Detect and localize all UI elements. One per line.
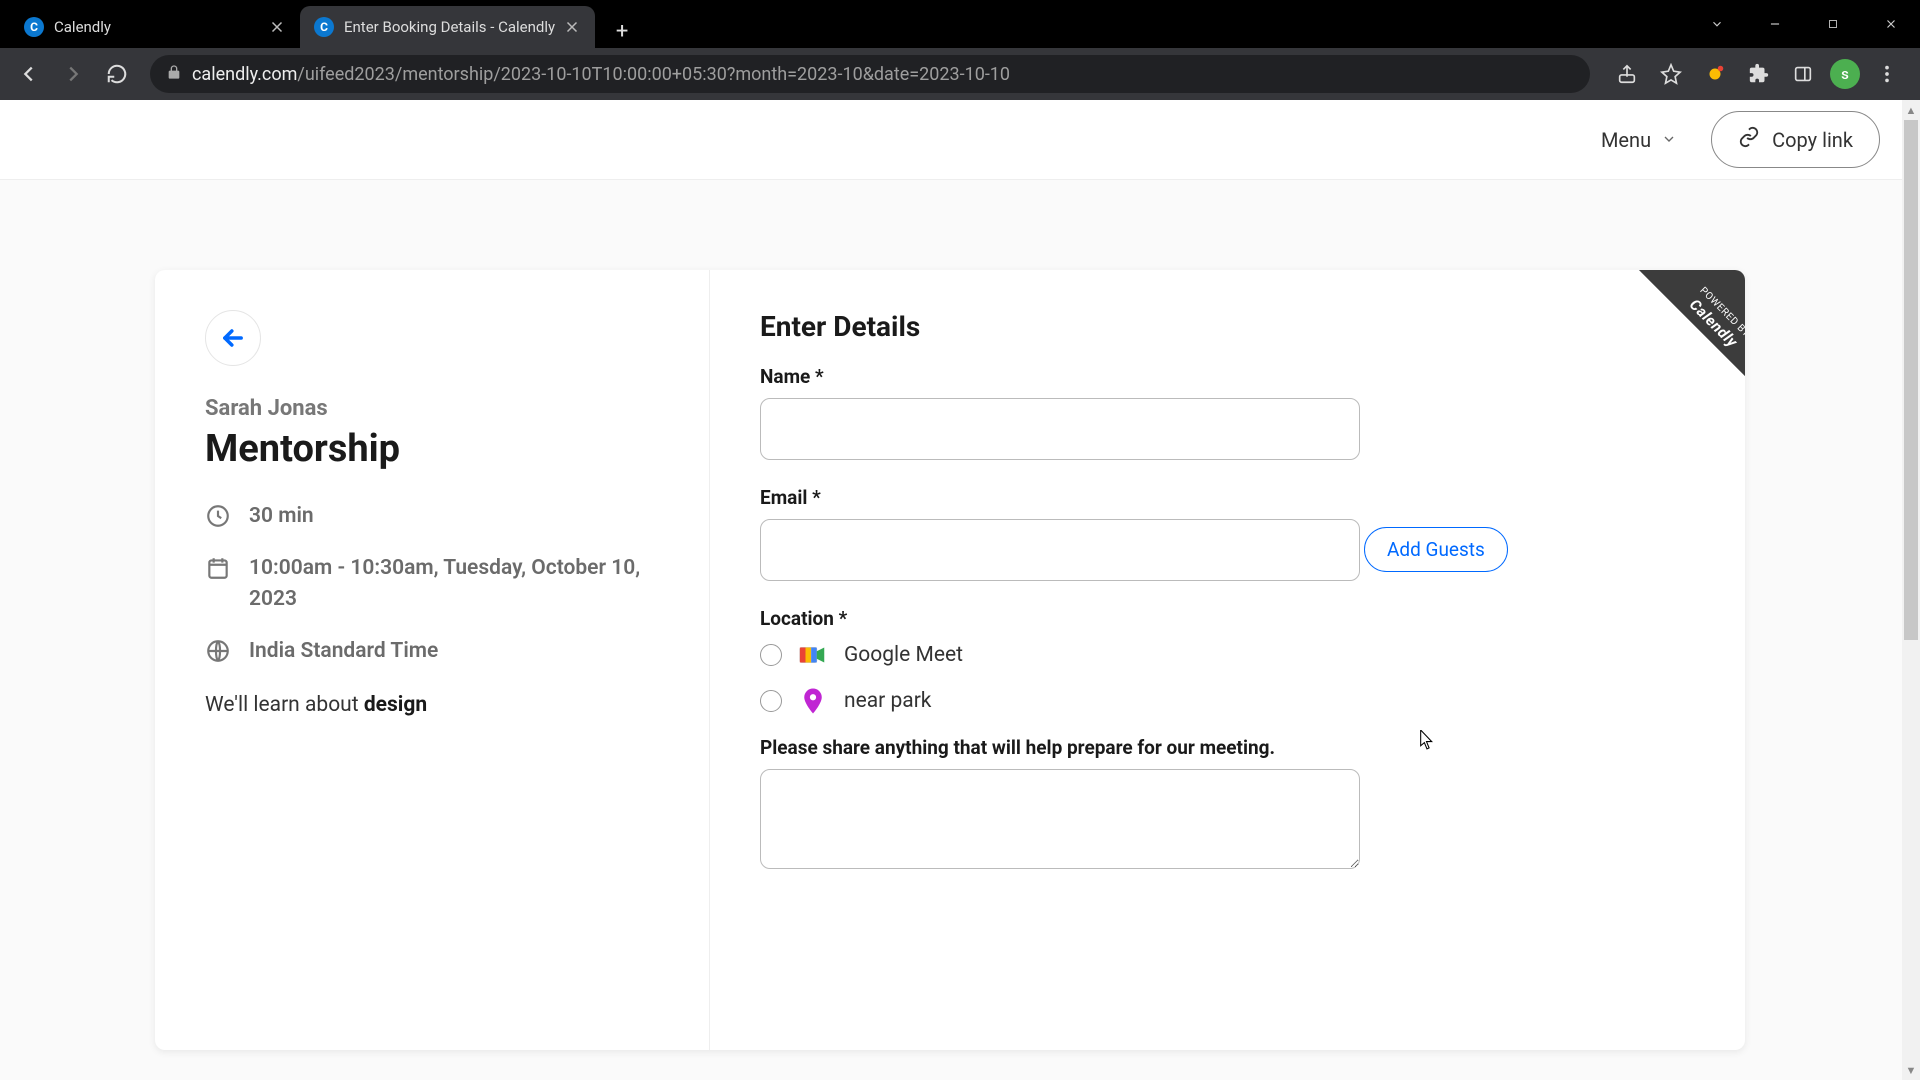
back-button[interactable] [205,310,261,366]
reload-icon[interactable] [98,55,136,93]
close-icon[interactable] [268,18,286,36]
favicon-icon: C [24,17,44,37]
email-label: Email * [760,486,1695,509]
url-path: /uifeed2023/mentorship/2023-10-10T10:00:… [297,64,1010,85]
duration-row: 30 min [205,501,659,533]
name-label: Name * [760,365,1695,388]
notes-textarea[interactable] [760,769,1360,869]
host-name: Sarah Jonas [205,396,659,421]
lock-icon [166,64,182,85]
extension-alert-icon[interactable] [1698,57,1732,91]
timezone-text: India Standard Time [249,636,438,668]
new-tab-button[interactable]: + [605,14,639,48]
browser-titlebar: C Calendly C Enter Booking Details - Cal… [0,0,1920,48]
browser-tab[interactable]: C Calendly [10,6,300,48]
browser-tab[interactable]: C Enter Booking Details - Calendly [300,6,595,48]
menu-label: Menu [1601,128,1651,152]
address-bar[interactable]: calendly.com/uifeed2023/mentorship/2023-… [150,55,1590,93]
copy-link-label: Copy link [1772,128,1853,152]
time-text: 10:00am - 10:30am, Tuesday, October 10, … [249,553,659,616]
event-title: Mentorship [205,427,659,471]
calendar-icon [205,555,231,581]
extensions-icon[interactable] [1742,57,1776,91]
event-description: We'll learn about design [205,693,659,717]
form-panel: Enter Details Name * Email * Add Guests … [710,270,1745,1050]
browser-tabs: C Calendly C Enter Booking Details - Cal… [0,0,639,48]
location-text: Google Meet [844,643,963,667]
description-prefix: We'll learn about [205,693,364,717]
star-icon[interactable] [1654,57,1688,91]
copy-link-button[interactable]: Copy link [1711,111,1880,168]
email-input[interactable] [760,519,1360,581]
kebab-menu-icon[interactable] [1870,57,1904,91]
minimize-icon[interactable] [1746,0,1804,48]
toolbar-right: s [1604,57,1910,91]
link-icon [1738,126,1760,153]
menu-button[interactable]: Menu [1587,118,1691,162]
back-icon[interactable] [10,55,48,93]
tabs-dropdown-icon[interactable] [1688,0,1746,48]
location-text: near park [844,689,931,713]
close-window-icon[interactable] [1862,0,1920,48]
page-viewport: Menu Copy link Sarah Jonas Mentorship 30… [0,100,1920,1080]
chevron-down-icon [1661,128,1677,152]
booking-card: Sarah Jonas Mentorship 30 min 10:00am - … [155,270,1745,1050]
notes-label: Please share anything that will help pre… [760,736,1695,759]
scroll-down-icon[interactable]: ▼ [1902,1060,1920,1080]
location-option[interactable]: near park [760,686,1695,716]
sidepanel-icon[interactable] [1786,57,1820,91]
browser-toolbar: calendly.com/uifeed2023/mentorship/2023-… [0,48,1920,100]
time-row: 10:00am - 10:30am, Tuesday, October 10, … [205,553,659,616]
radio-icon[interactable] [760,644,782,666]
name-input[interactable] [760,398,1360,460]
close-icon[interactable] [563,18,581,36]
favicon-icon: C [314,17,334,37]
cursor-icon [1420,730,1434,750]
arrow-left-icon [219,324,247,352]
scroll-thumb[interactable] [1904,120,1918,640]
description-bold: design [364,693,427,717]
tab-title: Enter Booking Details - Calendly [344,18,555,36]
url-domain: calendly.com [192,64,297,85]
google-meet-icon [798,640,828,670]
globe-icon [205,638,231,664]
scrollbar[interactable]: ▲ ▼ [1902,100,1920,1080]
maximize-icon[interactable] [1804,0,1862,48]
location-option[interactable]: Google Meet [760,640,1695,670]
pin-icon [798,686,828,716]
duration-text: 30 min [249,501,314,533]
page-header: Menu Copy link [0,100,1920,180]
clock-icon [205,503,231,529]
radio-icon[interactable] [760,690,782,712]
add-guests-button[interactable]: Add Guests [1364,527,1508,572]
scroll-up-icon[interactable]: ▲ [1902,100,1920,120]
powered-by-badge[interactable]: POWERED BY Calendly [1595,270,1745,420]
location-label: Location * [760,607,1695,630]
form-title: Enter Details [760,310,1695,343]
timezone-row: India Standard Time [205,636,659,668]
share-icon[interactable] [1610,57,1644,91]
event-info-panel: Sarah Jonas Mentorship 30 min 10:00am - … [155,270,710,1050]
tab-title: Calendly [54,18,260,36]
forward-icon[interactable] [54,55,92,93]
window-controls [1688,0,1920,48]
profile-avatar[interactable]: s [1830,59,1860,89]
